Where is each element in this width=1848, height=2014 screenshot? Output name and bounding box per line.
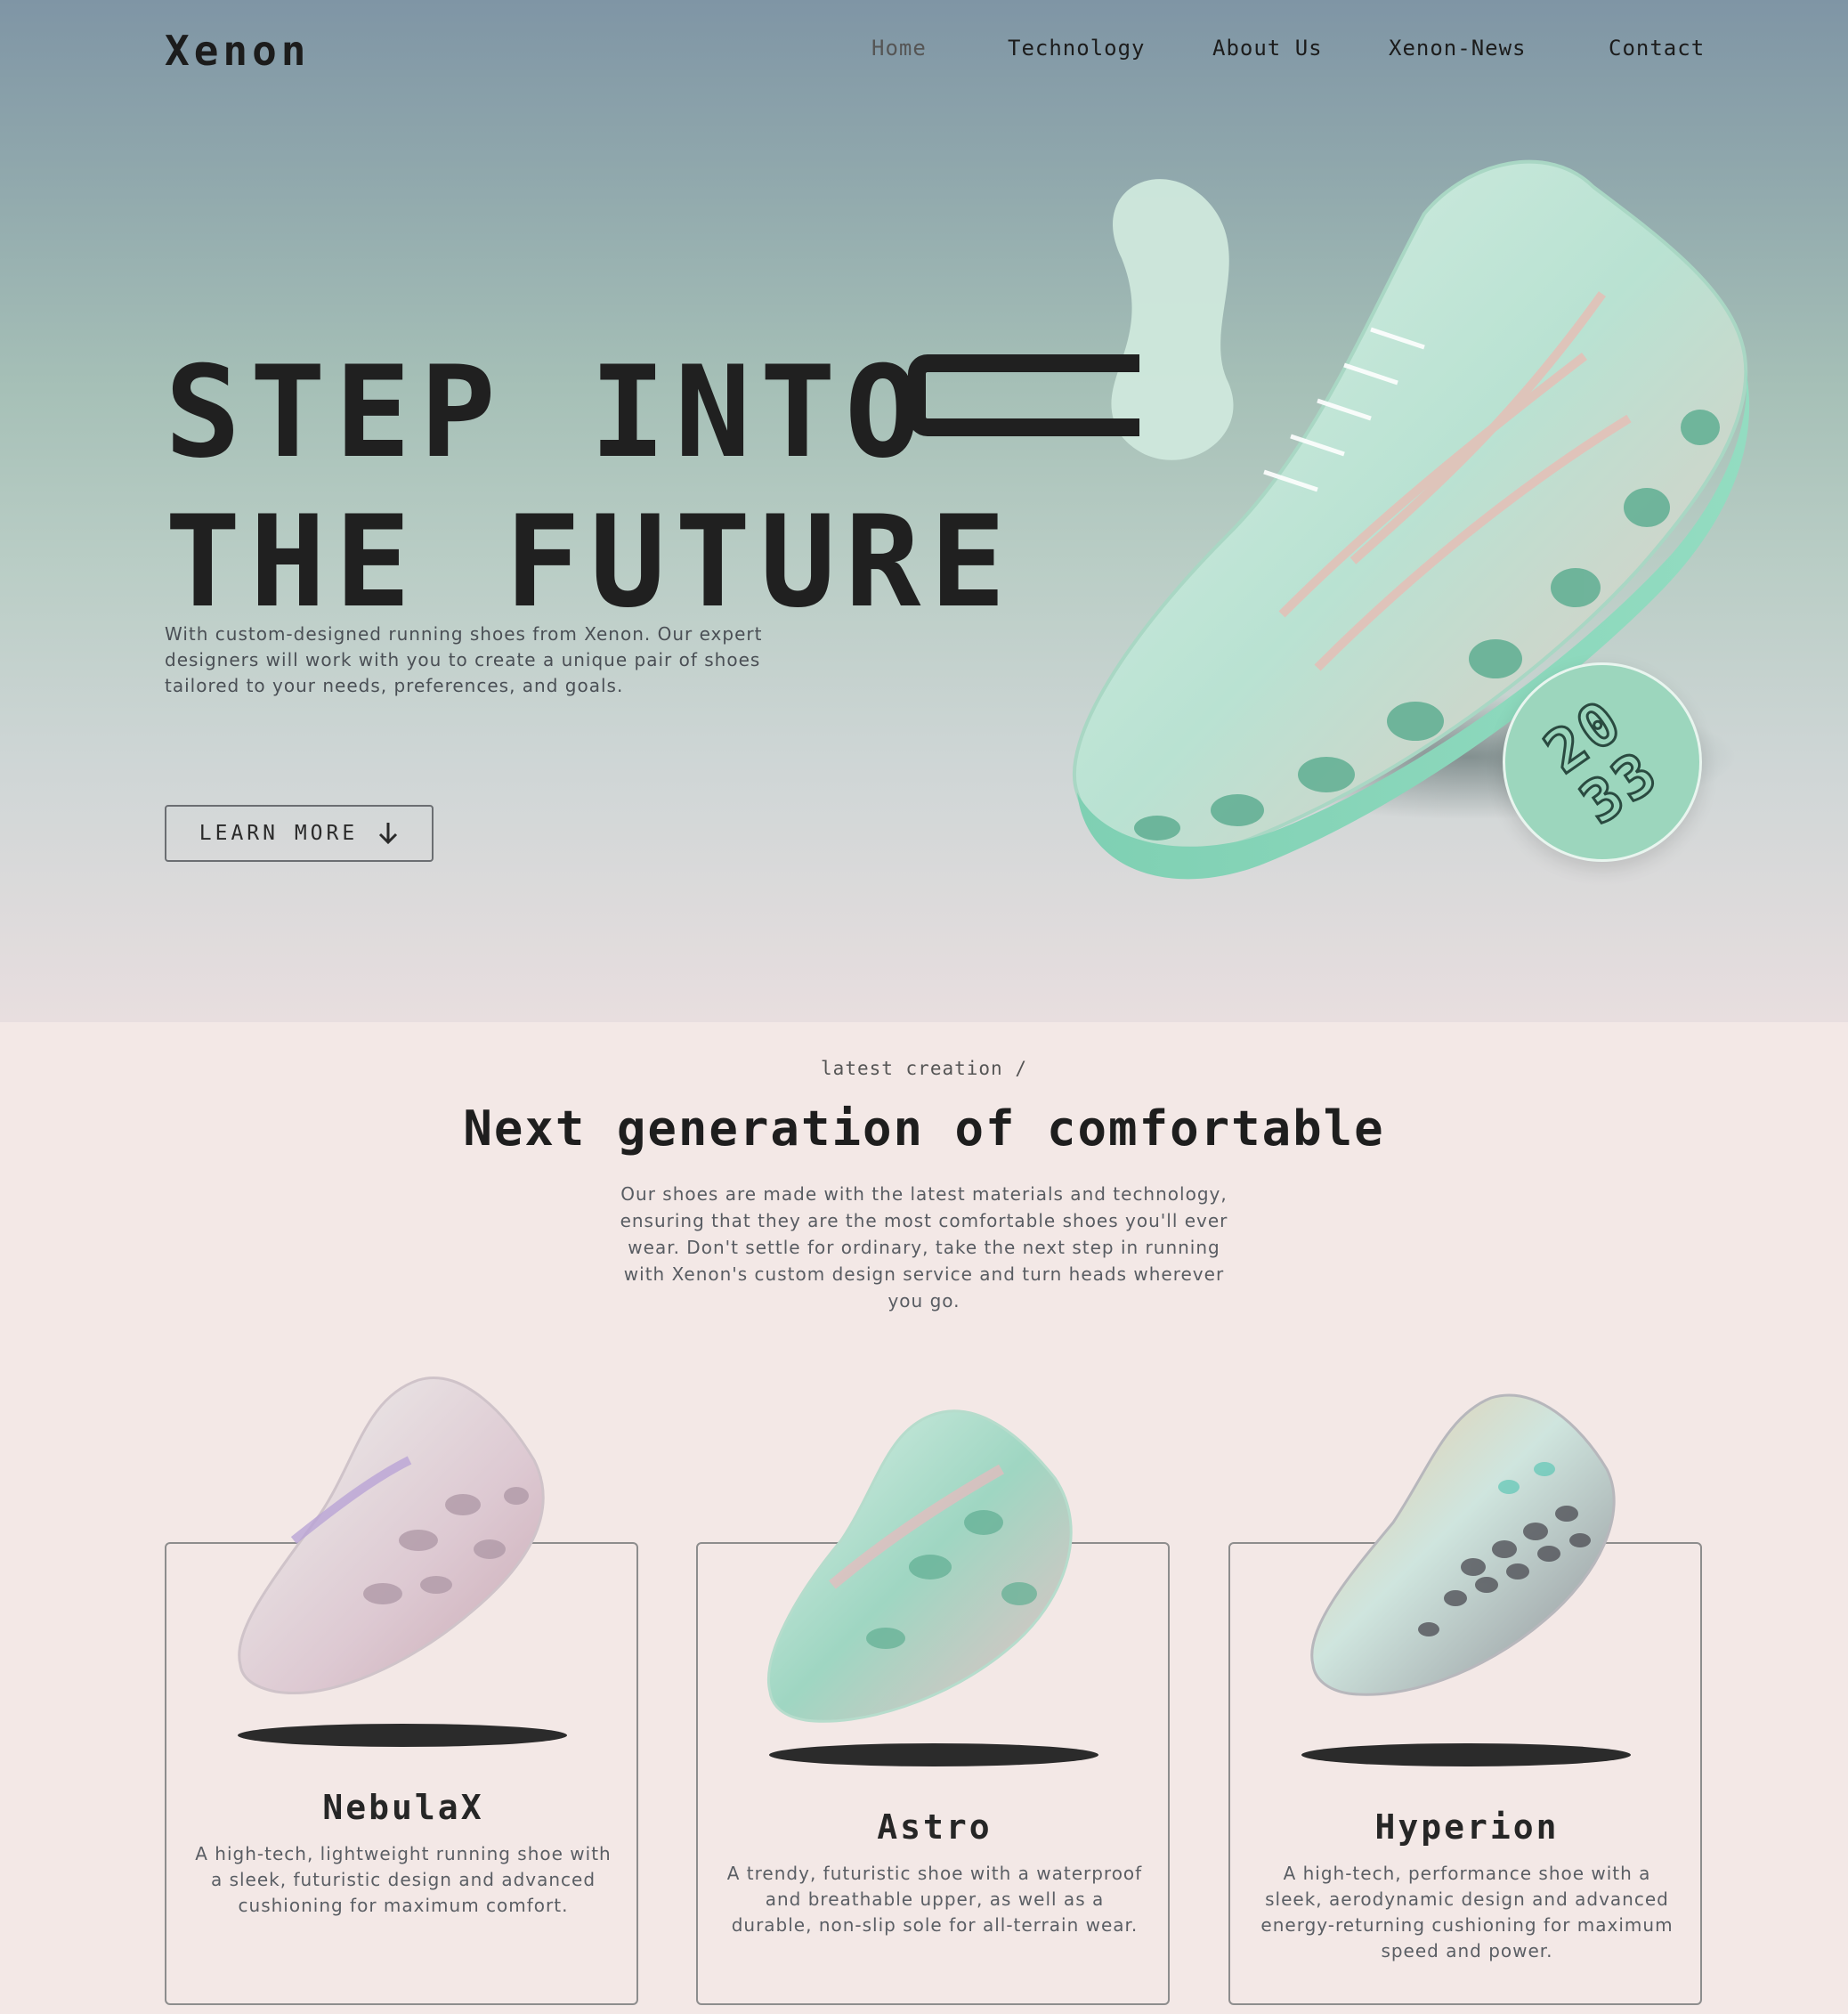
nav-item-about-us[interactable]: About Us	[1212, 36, 1323, 61]
nav-item-home[interactable]: Home	[871, 36, 927, 61]
section-title: Next generation of comfortable	[463, 1100, 1385, 1157]
main-nav: Home Technology About Us Xenon-News Cont…	[0, 36, 1848, 68]
card-shoe-shadow	[238, 1724, 567, 1747]
arrow-down-icon	[379, 823, 398, 845]
year-badge-text: 20 33	[1531, 685, 1673, 840]
nav-item-contact[interactable]: Contact	[1609, 36, 1705, 61]
section-eyebrow: latest creation /	[821, 1058, 1027, 1079]
product-name: Astro	[877, 1807, 993, 1847]
section-description: Our shoes are made with the latest mater…	[620, 1183, 1228, 1312]
learn-more-button[interactable]: LEARN MORE	[165, 805, 434, 862]
learn-more-label: LEARN MORE	[199, 822, 359, 845]
hero-title: STEP INTO THE FUTURE	[165, 339, 1015, 636]
hero-description: With custom-designed running shoes from …	[165, 623, 763, 696]
astro-shoe-image	[767, 1409, 1073, 1723]
product-description: A high-tech, lightweight running shoe wi…	[195, 1843, 612, 1916]
nebulax-shoe-image	[238, 1377, 545, 1694]
card-shoe-shadow	[769, 1743, 1098, 1766]
hero-section: Xenon Home Technology About Us Xenon-New…	[0, 0, 1848, 1022]
product-name: Hyperion	[1374, 1807, 1560, 1847]
product-description: A trendy, futuristic shoe with a waterpr…	[726, 1863, 1143, 1936]
product-name: NebulaX	[322, 1788, 484, 1827]
product-description: A high-tech, performance shoe with a sle…	[1260, 1863, 1674, 1961]
nav-item-technology[interactable]: Technology	[1008, 36, 1146, 61]
card-shoe-shadow	[1301, 1743, 1631, 1766]
hero-title-bar	[908, 354, 1139, 436]
nav-item-xenon-news[interactable]: Xenon-News	[1389, 36, 1527, 61]
year-badge: 20 33	[1503, 662, 1702, 862]
hyperion-shoe-image	[1310, 1393, 1616, 1696]
